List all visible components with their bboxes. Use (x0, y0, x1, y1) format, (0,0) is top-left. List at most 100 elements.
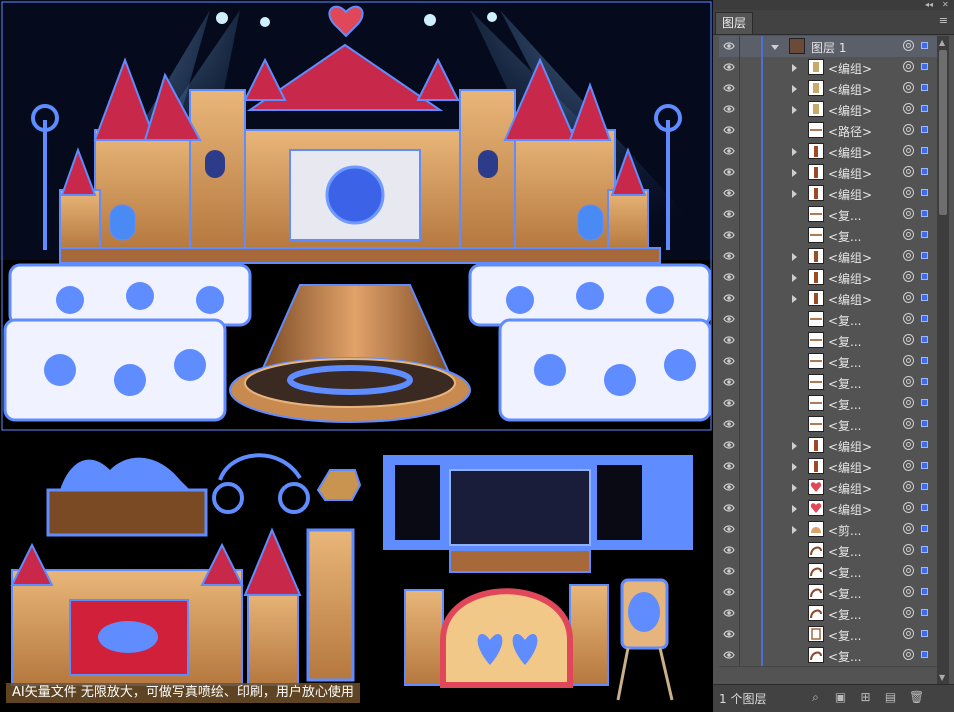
layer-row[interactable]: <编组> (719, 267, 937, 289)
layer-row[interactable]: <复... (719, 582, 937, 604)
layer-row[interactable]: <编组> (719, 141, 937, 163)
layer-row[interactable]: <编组> (719, 456, 937, 478)
layer-row[interactable]: <复... (719, 393, 937, 415)
layer-row[interactable]: <复... (719, 414, 937, 436)
visibility-eye-icon[interactable] (723, 419, 735, 429)
lock-toggle[interactable] (739, 498, 758, 519)
expand-arrow-icon[interactable] (792, 106, 797, 114)
target-circle-icon[interactable] (903, 61, 914, 72)
layer-row[interactable]: <编组> (719, 477, 937, 499)
visibility-eye-icon[interactable] (723, 62, 735, 72)
lock-toggle[interactable] (739, 393, 758, 414)
expand-arrow-icon[interactable] (792, 169, 797, 177)
expand-arrow-icon[interactable] (792, 253, 797, 261)
layer-row[interactable]: <剪... (719, 519, 937, 541)
lock-toggle[interactable] (739, 141, 758, 162)
lock-toggle[interactable] (739, 267, 758, 288)
visibility-eye-icon[interactable] (723, 440, 735, 450)
lock-toggle[interactable] (739, 540, 758, 561)
visibility-eye-icon[interactable] (723, 125, 735, 135)
selection-indicator[interactable] (921, 378, 928, 385)
layer-row[interactable]: <编组> (719, 78, 937, 100)
visibility-eye-icon[interactable] (723, 146, 735, 156)
target-circle-icon[interactable] (903, 187, 914, 198)
selection-indicator[interactable] (921, 609, 928, 616)
selection-indicator[interactable] (921, 105, 928, 112)
visibility-eye-icon[interactable] (723, 650, 735, 660)
selection-indicator[interactable] (921, 42, 928, 49)
selection-indicator[interactable] (921, 126, 928, 133)
layer-row[interactable]: <复... (719, 309, 937, 331)
lock-toggle[interactable] (739, 225, 758, 246)
lock-toggle[interactable] (739, 246, 758, 267)
expand-arrow-icon[interactable] (792, 484, 797, 492)
visibility-eye-icon[interactable] (723, 272, 735, 282)
locate-object-icon[interactable]: ⌕ (809, 691, 822, 704)
target-circle-icon[interactable] (903, 607, 914, 618)
selection-indicator[interactable] (921, 147, 928, 154)
target-circle-icon[interactable] (903, 145, 914, 156)
visibility-eye-icon[interactable] (723, 608, 735, 618)
lock-toggle[interactable] (739, 351, 758, 372)
visibility-eye-icon[interactable] (723, 83, 735, 93)
target-circle-icon[interactable] (903, 271, 914, 282)
collapse-icon[interactable]: ◂◂ (925, 0, 933, 10)
visibility-eye-icon[interactable] (723, 629, 735, 639)
selection-indicator[interactable] (921, 441, 928, 448)
visibility-eye-icon[interactable] (723, 377, 735, 387)
visibility-eye-icon[interactable] (723, 398, 735, 408)
selection-indicator[interactable] (921, 252, 928, 259)
new-sublayer-icon[interactable]: ⊞ (859, 691, 872, 704)
layer-row[interactable]: <复... (719, 351, 937, 373)
target-circle-icon[interactable] (903, 565, 914, 576)
selection-indicator[interactable] (921, 420, 928, 427)
layer-row[interactable]: <编组> (719, 99, 937, 121)
target-circle-icon[interactable] (903, 334, 914, 345)
selection-indicator[interactable] (921, 231, 928, 238)
expand-arrow-icon[interactable] (792, 148, 797, 156)
scroll-down-icon[interactable]: ▼ (939, 673, 945, 682)
selection-indicator[interactable] (921, 525, 928, 532)
lock-toggle[interactable] (739, 435, 758, 456)
visibility-eye-icon[interactable] (723, 167, 735, 177)
lock-toggle[interactable] (739, 477, 758, 498)
scroll-thumb[interactable] (939, 50, 947, 215)
selection-indicator[interactable] (921, 651, 928, 658)
layer-row[interactable]: <编组> (719, 435, 937, 457)
layer-row[interactable]: <复... (719, 561, 937, 583)
panel-menu-icon[interactable]: ≡ (939, 14, 948, 27)
lock-toggle[interactable] (739, 204, 758, 225)
layer-row[interactable]: <复... (719, 330, 937, 352)
layer-row[interactable]: <复... (719, 540, 937, 562)
selection-indicator[interactable] (921, 336, 928, 343)
selection-indicator[interactable] (921, 63, 928, 70)
visibility-eye-icon[interactable] (723, 545, 735, 555)
visibility-eye-icon[interactable] (723, 461, 735, 471)
target-circle-icon[interactable] (903, 376, 914, 387)
target-circle-icon[interactable] (903, 628, 914, 639)
selection-indicator[interactable] (921, 567, 928, 574)
visibility-eye-icon[interactable] (723, 566, 735, 576)
visibility-eye-icon[interactable] (723, 314, 735, 324)
target-circle-icon[interactable] (903, 82, 914, 93)
lock-toggle[interactable] (739, 456, 758, 477)
target-circle-icon[interactable] (903, 208, 914, 219)
scroll-up-icon[interactable]: ▲ (939, 38, 945, 47)
visibility-eye-icon[interactable] (723, 209, 735, 219)
visibility-eye-icon[interactable] (723, 188, 735, 198)
target-circle-icon[interactable] (903, 418, 914, 429)
visibility-eye-icon[interactable] (723, 356, 735, 366)
target-circle-icon[interactable] (903, 439, 914, 450)
selection-indicator[interactable] (921, 588, 928, 595)
lock-toggle[interactable] (739, 624, 758, 645)
selection-indicator[interactable] (921, 294, 928, 301)
selection-indicator[interactable] (921, 462, 928, 469)
selection-indicator[interactable] (921, 315, 928, 322)
expand-arrow-icon[interactable] (792, 295, 797, 303)
layer-row[interactable]: <编组> (719, 288, 937, 310)
target-circle-icon[interactable] (903, 523, 914, 534)
expand-arrow-icon[interactable] (792, 442, 797, 450)
selection-indicator[interactable] (921, 189, 928, 196)
target-circle-icon[interactable] (903, 40, 914, 51)
new-layer-icon[interactable]: ▤ (884, 691, 897, 704)
